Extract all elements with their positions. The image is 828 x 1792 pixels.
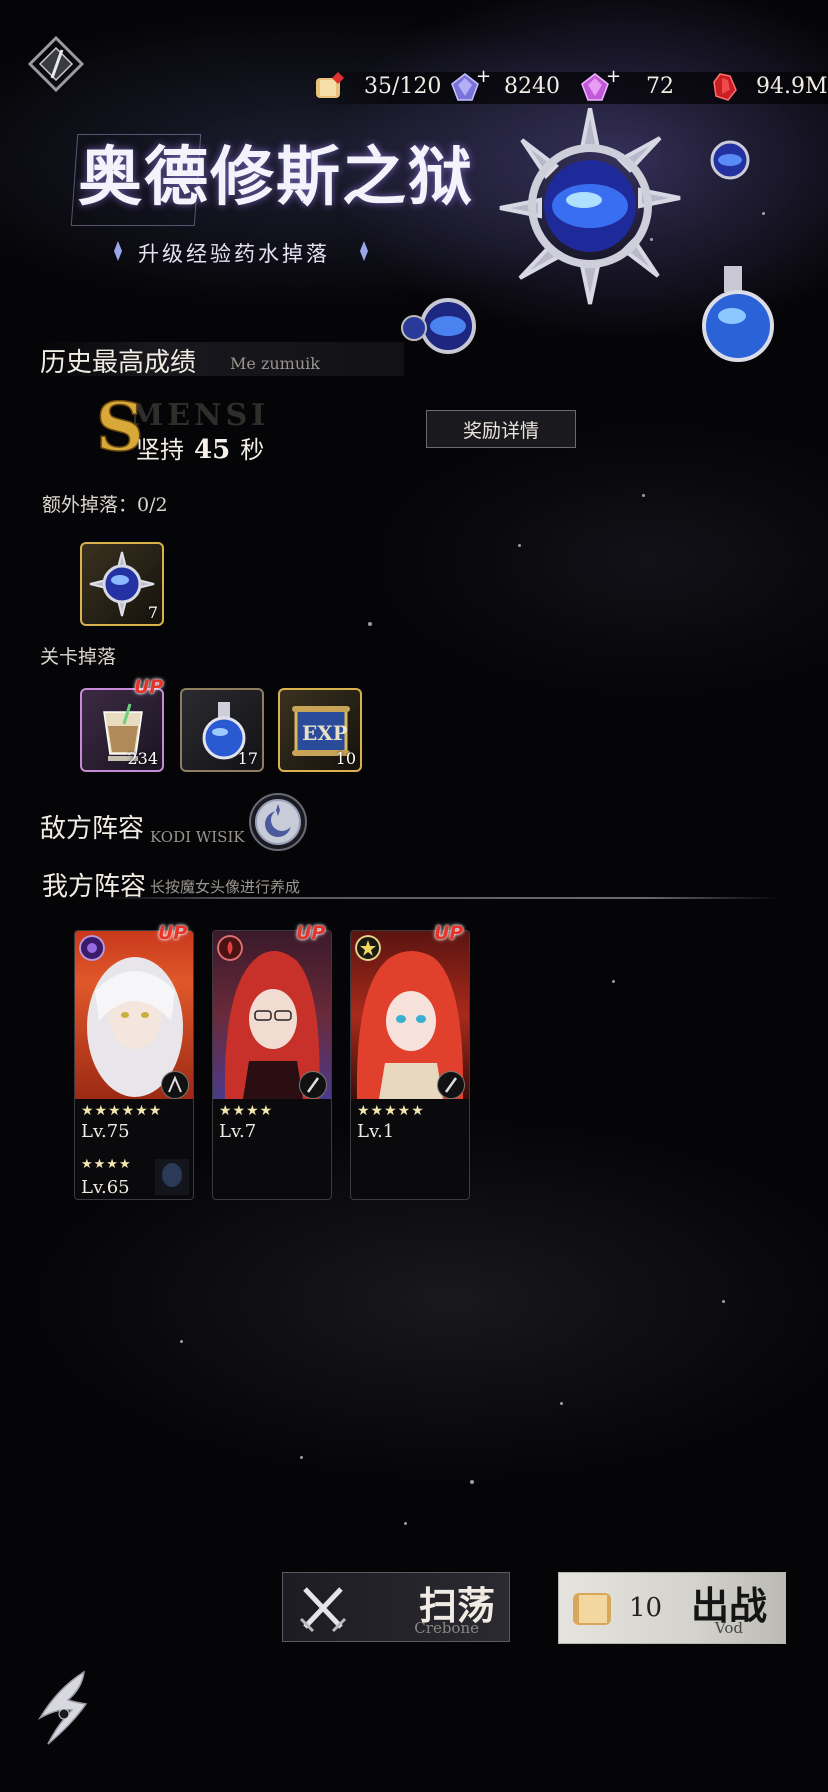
sweep-button[interactable]: 扫荡 Crebone <box>282 1572 510 1642</box>
dungeon-subtitle: 升级经验药水掉落 <box>138 242 330 266</box>
currency-bar: 35/120 + 8240 + 72 94.9M <box>316 66 828 104</box>
crystal-value: 8240 <box>504 74 560 99</box>
stage-drop-item-count: 10 <box>335 749 356 768</box>
persist-prefix: 坚持 <box>136 436 184 464</box>
hero-level: Lv.75 <box>81 1121 130 1142</box>
light-element-icon <box>355 935 381 961</box>
red-crystal-value: 94.9M <box>756 74 828 99</box>
hero-level: Lv.7 <box>219 1121 257 1142</box>
floating-orb-artwork <box>710 140 750 180</box>
hero-class-icon <box>161 1071 189 1099</box>
support-level: Lv.65 <box>81 1177 130 1198</box>
hero-card[interactable]: ★★★★★★ Lv.75 ★★★★ Lv.65 <box>74 930 194 1200</box>
hero-class-icon <box>299 1071 327 1099</box>
best-record-heading: 历史最高成绩 <box>40 348 197 378</box>
hero-stars: ★★★★ <box>219 1103 274 1119</box>
drink-up-tag: UP <box>134 676 164 698</box>
stage-drop-item-slot[interactable]: 17 <box>180 688 264 772</box>
support-hero-thumbnail <box>155 1159 189 1195</box>
dungeon-title-text: 奥德修斯之狱 <box>78 140 474 215</box>
hero-card[interactable]: ★★★★★ Lv.1 <box>350 930 470 1200</box>
best-record-subheading: Me zumuik <box>230 354 320 373</box>
hero-card[interactable]: ★★★★ Lv.7 <box>212 930 332 1200</box>
support-stars: ★★★★ <box>81 1157 132 1172</box>
battle-sublabel: Vod <box>714 1619 743 1637</box>
stage-drop-item-count: 17 <box>237 749 258 768</box>
hero-up-tag: UP <box>434 922 464 944</box>
stamina-value: 35/120 <box>364 74 442 99</box>
hero-stars: ★★★★★★ <box>81 1103 163 1119</box>
enemy-moon-emblem-icon[interactable] <box>248 792 308 852</box>
battle-cost: 10 <box>629 1593 663 1623</box>
crossed-swords-icon <box>299 1587 347 1633</box>
svg-text:EXP: EXP <box>302 721 348 745</box>
stage-drop-label: 关卡掉落 <box>40 646 117 668</box>
spiked-potion-icon <box>89 551 155 617</box>
subtitle-deco-right <box>360 241 368 261</box>
stamina-scroll-icon <box>316 72 344 98</box>
pink-gem-add-button[interactable]: + <box>606 66 621 87</box>
crystal-add-button[interactable]: + <box>476 66 491 87</box>
guild-emblem-icon[interactable] <box>28 1668 98 1748</box>
hero-class-icon <box>437 1071 465 1099</box>
ally-lineup-hint: 长按魔女头像进行养成 <box>150 878 301 896</box>
spiked-orb-artwork <box>499 108 681 305</box>
stamina-scroll-icon <box>573 1593 611 1625</box>
enemy-lineup-heading: 敌方阵容 <box>40 814 145 844</box>
dark-element-icon <box>79 935 105 961</box>
sweep-sublabel: Crebone <box>414 1619 479 1637</box>
hero-level: Lv.1 <box>357 1121 395 1142</box>
hero-up-tag: UP <box>158 922 188 944</box>
hero-stars: ★★★★★ <box>357 1103 425 1119</box>
persist-seconds: 45 <box>194 435 231 465</box>
stage-drop-item-count: 234 <box>127 749 158 768</box>
persist-unit: 秒 <box>240 436 265 464</box>
persist-time: 坚持 45 秒 <box>136 430 264 465</box>
extra-drop-label: 额外掉落：0/2 <box>42 494 168 516</box>
stage-drop-item-slot[interactable]: 234 <box>80 688 164 772</box>
pink-gem-value: 72 <box>646 74 674 99</box>
extra-drop-item-count: 7 <box>147 603 158 622</box>
small-orb-artwork <box>401 298 476 354</box>
enemy-lineup-subheading: KODI WISIK <box>150 828 245 846</box>
hero-up-tag: UP <box>296 922 326 944</box>
subtitle-deco-left <box>114 241 122 261</box>
battle-button[interactable]: 10 出战 Vod <box>558 1572 786 1644</box>
extra-drop-item-slot[interactable]: 7 <box>80 542 164 626</box>
fire-element-icon <box>217 935 243 961</box>
reward-details-button[interactable]: 奖励详情 <box>426 410 576 448</box>
potion-flask-artwork <box>702 266 774 362</box>
back-diamond-icon[interactable] <box>28 36 84 92</box>
red-crystal-icon <box>713 73 737 101</box>
ally-lineup-divider <box>100 897 780 899</box>
stage-drop-item-slot[interactable]: EXP 10 <box>278 688 362 772</box>
rank-ghost-text: MENSI <box>130 398 270 433</box>
